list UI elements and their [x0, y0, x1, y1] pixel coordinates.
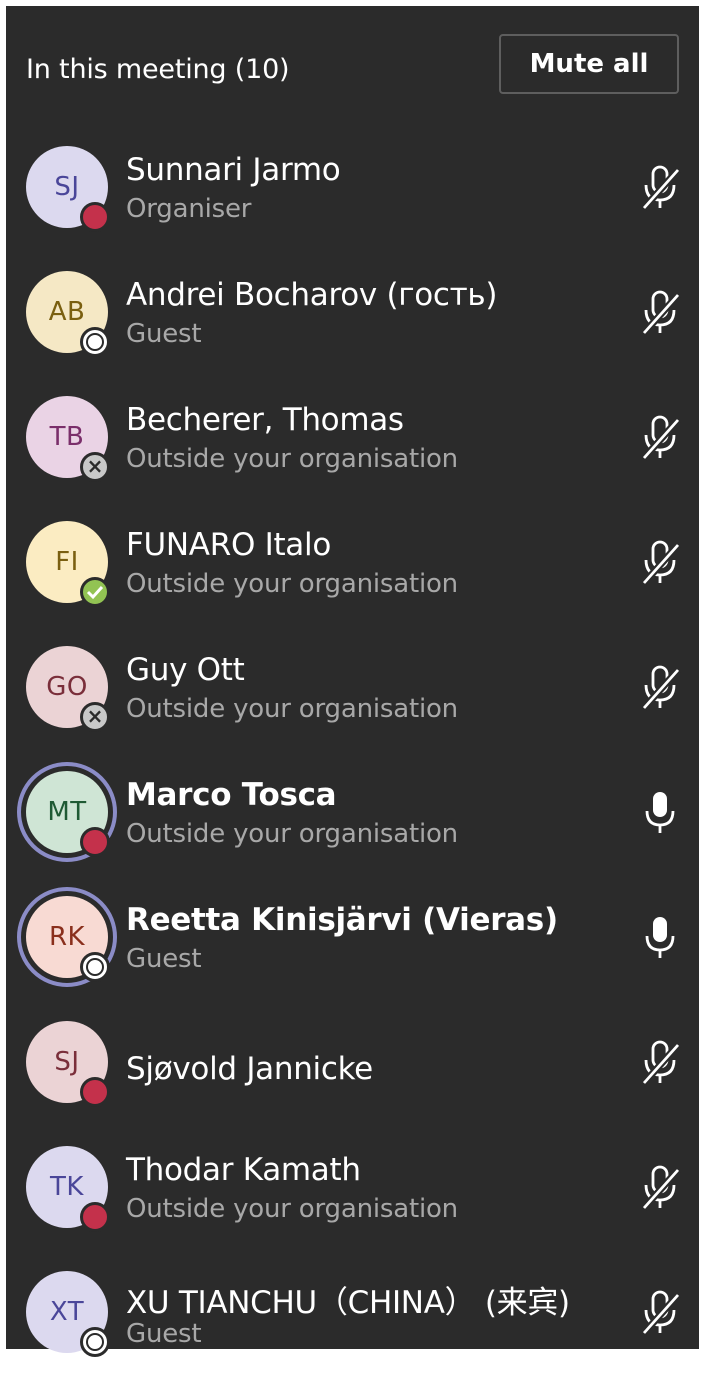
avatar-initials: TB	[49, 422, 85, 452]
participant-role: Outside your organisation	[126, 1194, 458, 1224]
avatar-initials: SJ	[54, 1047, 80, 1077]
participants-count-title: In this meeting (10)	[26, 54, 290, 85]
participant-row[interactable]: XT XU TIANCHU（CHINA） (来宾) Guest	[6, 1249, 699, 1374]
avatar-initials: RK	[48, 922, 86, 952]
mic-off-icon	[638, 164, 682, 212]
mic-off-icon	[638, 1164, 682, 1212]
participant-row[interactable]: FI FUNARO Italo Outside your organisatio…	[6, 499, 699, 624]
avatar-container: SJ	[16, 1013, 116, 1113]
mic-on-icon	[638, 914, 682, 962]
mic-off-icon	[638, 664, 682, 712]
avatar-container: SJ	[16, 138, 116, 238]
participant-role: Outside your organisation	[126, 694, 458, 724]
participant-name: Sjøvold Jannicke	[126, 1051, 373, 1087]
avatar-initials: TK	[50, 1172, 84, 1202]
unknown-status-icon	[80, 452, 110, 482]
participant-row[interactable]: RK Reetta Kinisjärvi (Vieras) Guest	[6, 874, 699, 999]
offline-status-icon	[80, 327, 110, 357]
participant-row[interactable]: TK Thodar Kamath Outside your organisati…	[6, 1124, 699, 1249]
participant-role: Outside your organisation	[126, 569, 458, 599]
participants-panel: In this meeting (10) Mute all SJ Sunnari…	[6, 6, 699, 1357]
avatar-container: RK	[16, 887, 117, 988]
busy-status-icon	[80, 1202, 110, 1232]
participant-role: Guest	[126, 944, 202, 974]
available-status-icon	[80, 577, 110, 607]
unknown-status-icon	[80, 702, 110, 732]
mic-off-icon	[638, 289, 682, 337]
participant-role: Outside your organisation	[126, 444, 458, 474]
avatar-initials: MT	[47, 797, 87, 827]
participant-name: FUNARO Italo	[126, 527, 331, 563]
participant-name: Guy Ott	[126, 652, 245, 688]
participant-row[interactable]: TB Becherer, Thomas Outside your organis…	[6, 374, 699, 499]
mic-on-icon	[638, 789, 682, 837]
participant-name: XU TIANCHU（CHINA） (来宾)	[126, 1285, 570, 1321]
busy-status-icon	[80, 1077, 110, 1107]
participant-name: Thodar Kamath	[126, 1152, 361, 1188]
avatar-container: TB	[16, 388, 116, 488]
participant-name: Becherer, Thomas	[126, 402, 404, 438]
participant-role: Guest	[126, 1319, 202, 1349]
busy-status-icon	[80, 827, 110, 857]
participants-header: In this meeting (10) Mute all	[6, 6, 699, 124]
avatar-container: GO	[16, 638, 116, 738]
mute-all-button[interactable]: Mute all	[499, 34, 679, 94]
avatar-initials: SJ	[54, 172, 80, 202]
avatar-container: AB	[16, 263, 116, 363]
avatar-container: XT	[16, 1263, 116, 1363]
participant-role: Guest	[126, 319, 202, 349]
avatar-container: TK	[16, 1138, 116, 1238]
offline-status-icon	[80, 1327, 110, 1357]
participant-name: Sunnari Jarmo	[126, 152, 341, 188]
participant-row[interactable]: SJ Sunnari Jarmo Organiser	[6, 124, 699, 249]
mic-off-icon	[638, 539, 682, 587]
participant-row[interactable]: SJ Sjøvold Jannicke	[6, 999, 699, 1124]
avatar-initials: GO	[46, 672, 88, 702]
busy-status-icon	[80, 202, 110, 232]
offline-status-icon	[80, 952, 110, 982]
participant-row[interactable]: MT Marco Tosca Outside your organisation	[6, 749, 699, 874]
avatar-initials: AB	[48, 297, 86, 327]
participant-row[interactable]: AB Andrei Bocharov (гость) Guest	[6, 249, 699, 374]
avatar-container: FI	[16, 513, 116, 613]
participant-name: Reetta Kinisjärvi (Vieras)	[126, 902, 558, 938]
avatar-initials: XT	[49, 1297, 85, 1327]
mic-off-icon	[638, 414, 682, 462]
participant-row[interactable]: GO Guy Ott Outside your organisation	[6, 624, 699, 749]
avatar-initials: FI	[55, 547, 79, 577]
avatar-container: MT	[16, 762, 117, 863]
participant-name: Andrei Bocharov (гость)	[126, 277, 498, 313]
participant-role: Outside your organisation	[126, 819, 458, 849]
mic-off-icon	[638, 1289, 682, 1337]
participant-role: Organiser	[126, 194, 252, 224]
participant-name: Marco Tosca	[126, 777, 337, 813]
mic-off-icon	[638, 1039, 682, 1087]
